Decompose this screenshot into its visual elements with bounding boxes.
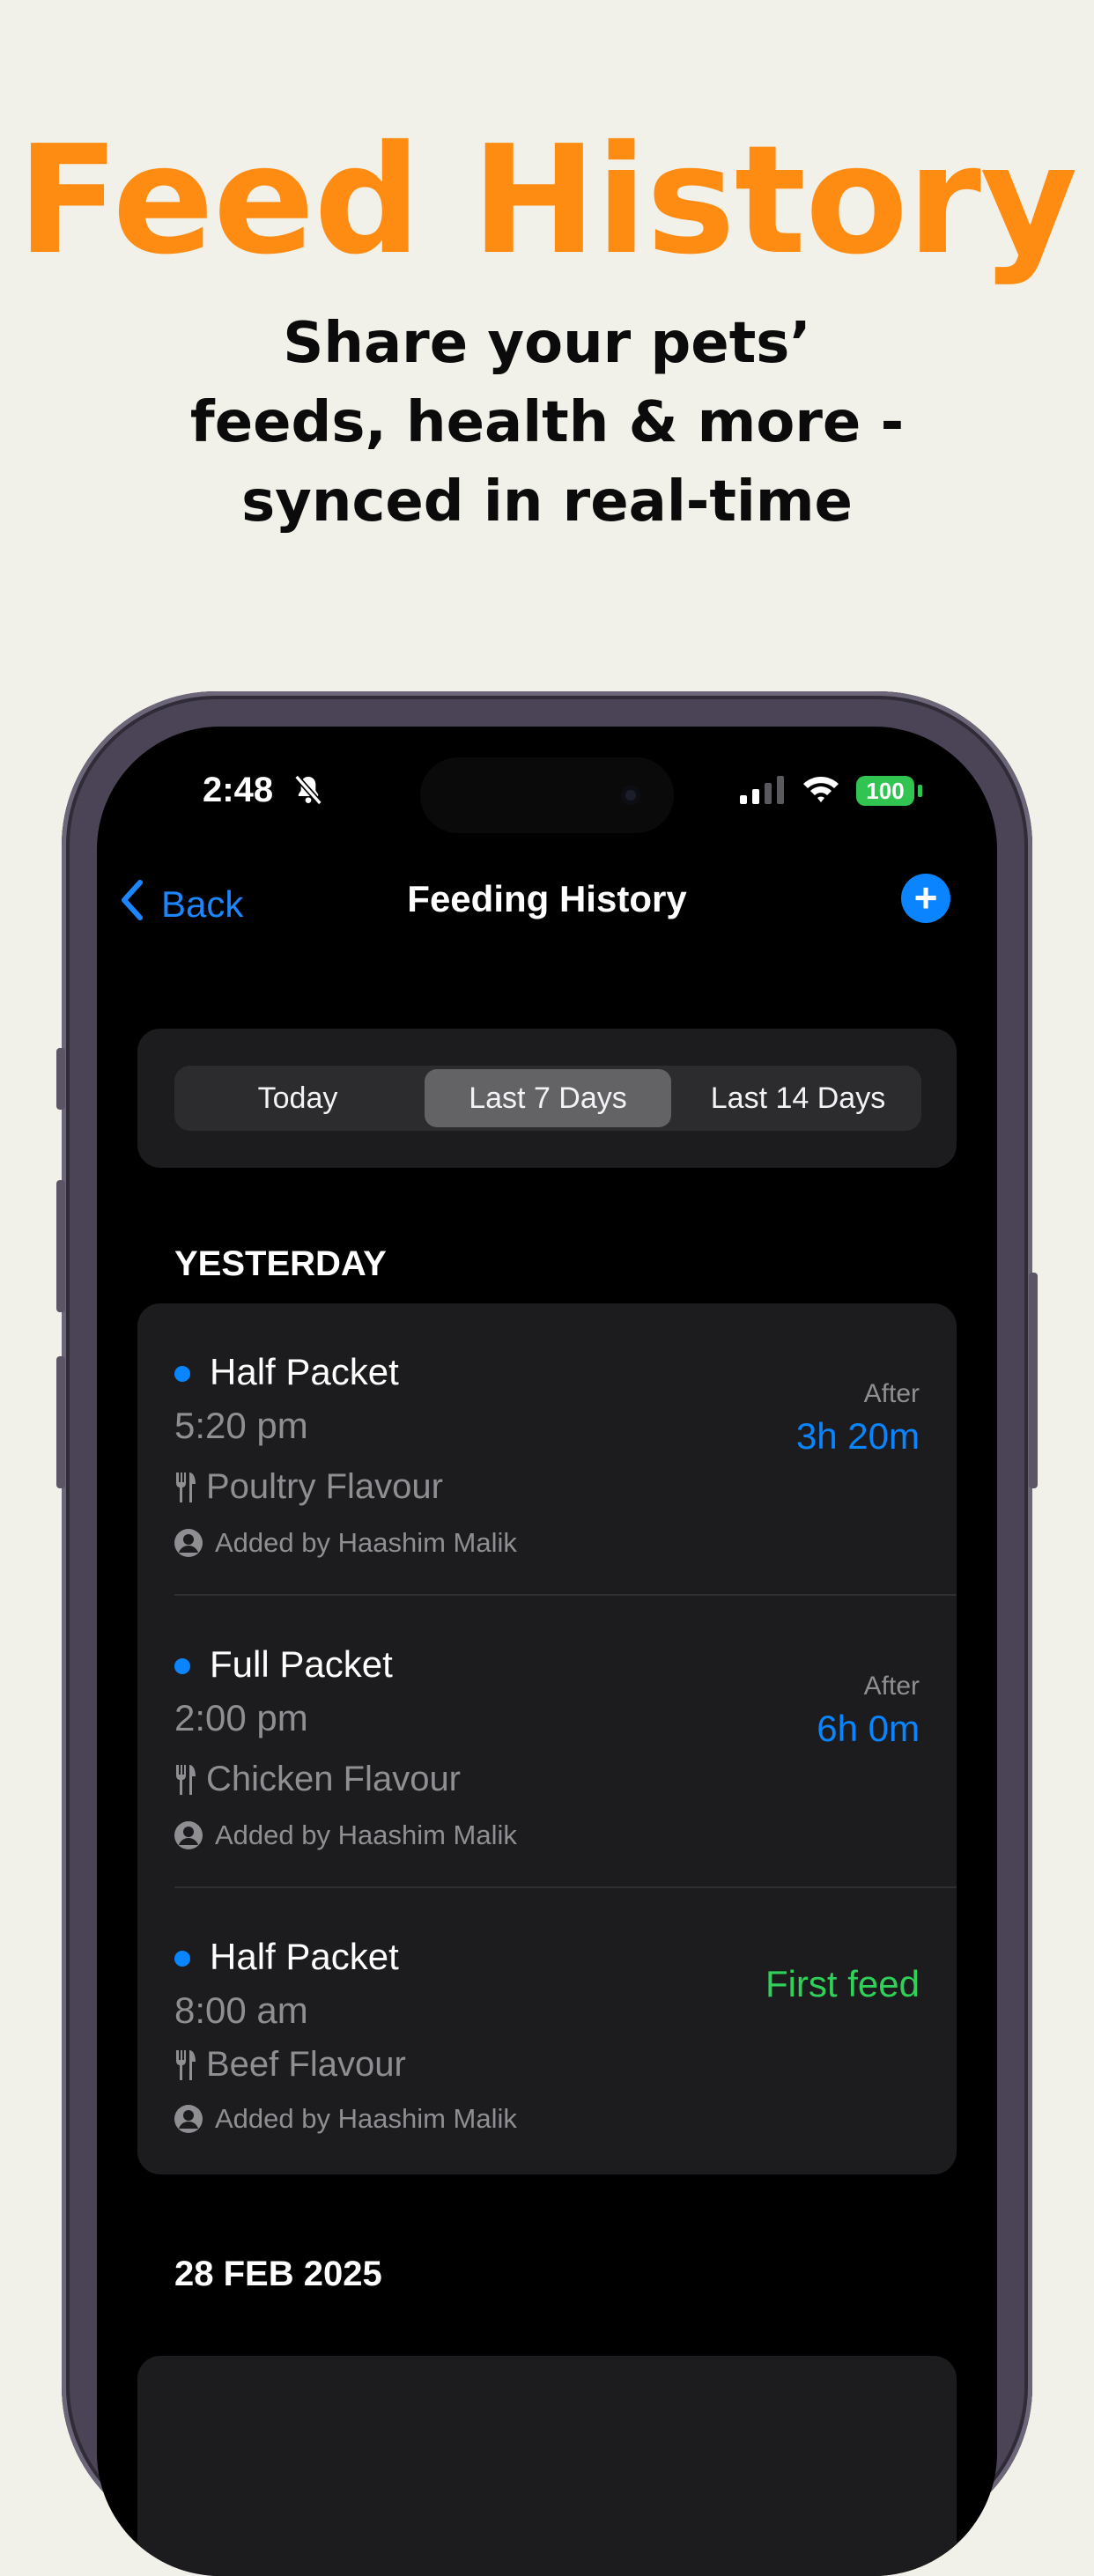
after-label: After <box>863 1379 920 1408</box>
entry-quantity: Half Packet <box>210 1351 399 1392</box>
fork-knife-icon <box>174 1763 197 1797</box>
segment-last-14-days[interactable]: Last 14 Days <box>675 1066 921 1131</box>
segment-last-7-days[interactable]: Last 7 Days <box>425 1069 671 1127</box>
entry-dot <box>174 1366 190 1382</box>
person-icon <box>174 1821 203 1849</box>
power-button <box>1029 1273 1038 1488</box>
volume-up-button <box>56 1180 65 1312</box>
page-title: Feeding History <box>407 878 687 919</box>
entry-dot <box>174 1658 190 1674</box>
entry-time: 2:00 pm <box>174 1697 308 1738</box>
entry-flavour-label: Chicken Flavour <box>206 1760 462 1798</box>
action-button <box>56 1048 65 1110</box>
subheadline: Share your pets’ feeds, health & more - … <box>189 311 905 535</box>
feed-entry[interactable]: Half Packet 5:20 pm Poultry Flavour Adde… <box>137 1303 957 1596</box>
plus-icon: + <box>913 875 938 920</box>
phone-screen: 2:48 100 Back Feeding History + Today La… <box>97 727 997 2576</box>
entry-added-by: Added by Haashim Malik <box>174 1527 517 1559</box>
entry-flavour: Beef Flavour <box>174 2045 406 2085</box>
fork-knife-icon <box>174 2048 197 2082</box>
after-label: After <box>863 1672 920 1701</box>
battery-indicator: 100 <box>856 776 914 806</box>
person-icon <box>174 2105 203 2133</box>
status-time: 2:48 <box>203 771 274 809</box>
feed-entry[interactable]: Full Packet 2:00 pm Chicken Flavour Adde… <box>137 1596 957 1888</box>
feed-list-card: Half Packet 5:20 pm Poultry Flavour Adde… <box>137 1303 957 2174</box>
entry-quantity: Half Packet <box>210 1936 399 1977</box>
person-icon <box>174 1529 203 1557</box>
silent-bell-icon <box>291 772 326 812</box>
entry-dot <box>174 1951 190 1967</box>
after-interval: 6h 0m <box>817 1708 920 1749</box>
add-feed-button[interactable]: + <box>901 874 950 923</box>
feed-entry[interactable]: Half Packet 8:00 am Beef Flavour Added b… <box>137 1888 957 2174</box>
headline: Feed History <box>17 114 1077 288</box>
entry-flavour-label: Poultry Flavour <box>206 1467 443 1506</box>
entry-quantity: Full Packet <box>210 1643 393 1685</box>
date-range-segmented-control: Today Last 7 Days Last 14 Days <box>174 1066 921 1131</box>
dynamic-island <box>420 757 674 833</box>
entry-time: 5:20 pm <box>174 1405 308 1446</box>
first-feed-label: First feed <box>765 1963 920 2004</box>
entry-added-by: Added by Haashim Malik <box>174 1819 517 1851</box>
cellular-signal-icon <box>740 776 786 808</box>
entry-flavour-label: Beef Flavour <box>206 2045 406 2084</box>
entry-flavour: Chicken Flavour <box>174 1760 461 1799</box>
feed-list-card <box>137 2356 957 2576</box>
fork-knife-icon <box>174 1471 197 1504</box>
section-title-yesterday: YESTERDAY <box>174 1244 387 1283</box>
segment-today[interactable]: Today <box>174 1066 421 1131</box>
section-title-date: 28 FEB 2025 <box>174 2255 382 2293</box>
entry-added-by-label: Added by Haashim Malik <box>215 1527 517 1558</box>
volume-down-button <box>56 1356 65 1488</box>
date-range-card: Today Last 7 Days Last 14 Days <box>137 1029 957 1168</box>
entry-added-by: Added by Haashim Malik <box>174 2103 517 2135</box>
entry-added-by-label: Added by Haashim Malik <box>215 1819 517 1850</box>
battery-tip <box>918 785 922 797</box>
camera-icon <box>621 786 640 805</box>
after-interval: 3h 20m <box>795 1415 920 1457</box>
entry-time: 8:00 am <box>174 1989 308 2031</box>
wifi-icon <box>802 774 840 808</box>
entry-flavour: Poultry Flavour <box>174 1467 443 1507</box>
entry-added-by-label: Added by Haashim Malik <box>215 2103 517 2134</box>
